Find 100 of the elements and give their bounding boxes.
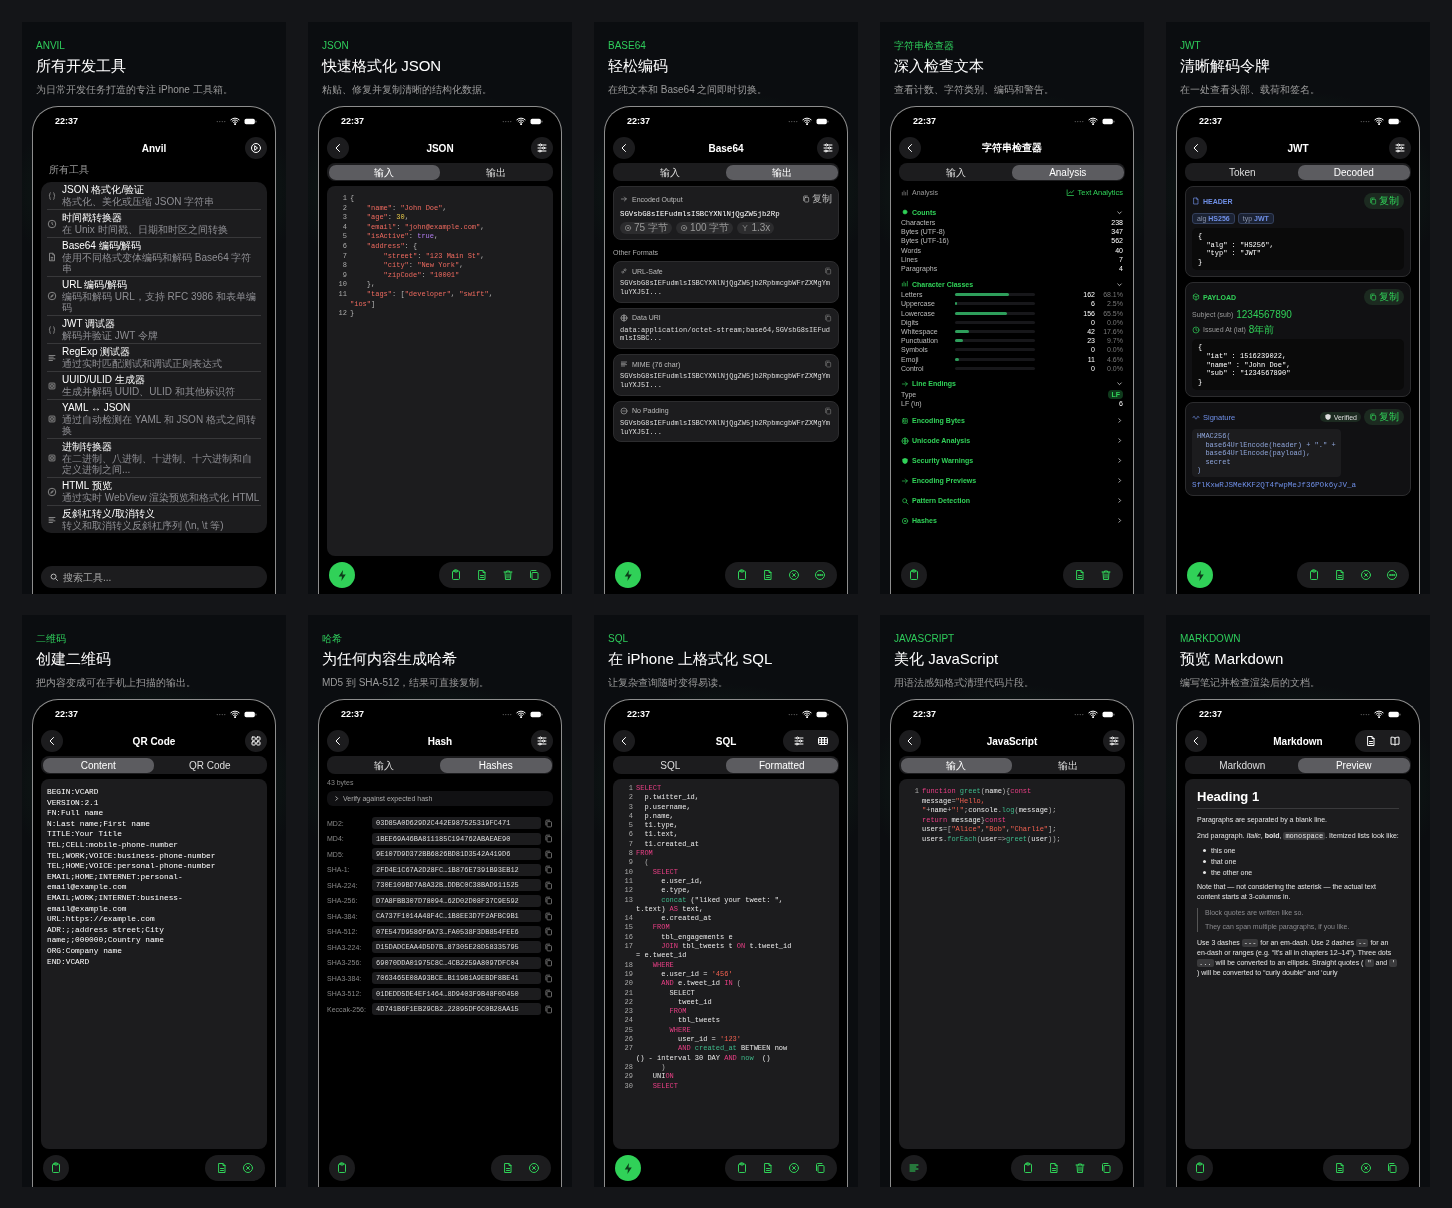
stat-chip: 1.3x: [737, 222, 775, 234]
copy-button[interactable]: [544, 849, 553, 859]
run-button[interactable]: [615, 562, 641, 588]
text-editor[interactable]: [41, 779, 267, 1149]
document-icon: [762, 569, 774, 581]
claim-value: 8年前: [1248, 324, 1275, 336]
globe-icon: [901, 436, 909, 445]
copy-icon: [544, 880, 553, 890]
segment-tab[interactable]: 输出: [440, 164, 552, 180]
tool-title[interactable]: JWT 调试器: [62, 318, 158, 330]
minus-circle-icon: [620, 406, 628, 415]
run-button[interactable]: [1187, 562, 1213, 588]
segment-tab[interactable]: 输出: [726, 164, 838, 180]
document-icon: [762, 1162, 774, 1174]
eyebrow-label: 二维码: [36, 633, 67, 645]
copy-button[interactable]: 复制: [802, 192, 832, 206]
filter-button[interactable]: [1103, 730, 1125, 752]
segment-tab[interactable]: Content: [42, 757, 154, 773]
gauge-button[interactable]: [245, 137, 267, 159]
clock-icon: [47, 218, 57, 229]
tool-title[interactable]: 时间戳转换器: [62, 212, 228, 224]
copy-icon: [824, 406, 832, 415]
copy-button[interactable]: [544, 865, 553, 874]
segment-tab[interactable]: QR Code: [154, 757, 266, 773]
tool-title[interactable]: 反斜杠转义/取消转义: [62, 508, 224, 520]
copy-button[interactable]: [544, 989, 553, 998]
copy-button[interactable]: [544, 834, 553, 843]
close-circle-icon: [1360, 569, 1372, 581]
segment-tab[interactable]: Markdown: [1186, 757, 1298, 773]
segment-tab[interactable]: Analysis: [1012, 164, 1124, 180]
panel-title: 所有开发工具: [36, 56, 127, 76]
copy-icon: [814, 1162, 826, 1174]
run-button[interactable]: [329, 562, 355, 588]
copy-button[interactable]: [544, 973, 553, 983]
filter-button[interactable]: [1389, 137, 1411, 159]
format-button[interactable]: [901, 1155, 927, 1181]
segment-tab[interactable]: Formatted: [726, 757, 838, 773]
panel-title: 美化 JavaScript: [894, 649, 1000, 669]
segment-tab[interactable]: SQL: [614, 757, 726, 773]
eyebrow-label: JWT: [1180, 40, 1202, 52]
segment-tab[interactable]: 输入: [328, 164, 440, 180]
segment-tab[interactable]: Hashes: [440, 757, 552, 773]
tool-title[interactable]: Base64 编码/解码: [62, 240, 261, 252]
circle-icon: [901, 516, 909, 525]
segment-tab[interactable]: 输入: [614, 164, 726, 180]
tool-title[interactable]: URL 编码/解码: [62, 279, 261, 291]
paste-button[interactable]: [1187, 1155, 1213, 1181]
tool-description: 通过自动检测在 YAML 和 JSON 格式之间转换: [62, 414, 257, 436]
segment-tab[interactable]: Preview: [1298, 757, 1410, 773]
filter-button[interactable]: [531, 137, 553, 159]
copy-button[interactable]: 复制: [1364, 289, 1404, 306]
screen-title: 字符串检查器: [982, 141, 1042, 155]
copy-button[interactable]: [544, 911, 553, 921]
segment-tab[interactable]: 输入: [900, 757, 1012, 773]
paste-button[interactable]: [43, 1155, 69, 1181]
clipboard-icon: [450, 569, 462, 581]
copy-button[interactable]: [544, 818, 553, 828]
segment-tab[interactable]: Decoded: [1298, 164, 1410, 180]
copy-button[interactable]: [544, 896, 553, 905]
segment-tab[interactable]: 输出: [1012, 757, 1124, 773]
segment-tab[interactable]: 输入: [328, 757, 440, 773]
wifi-icon: [230, 117, 240, 125]
copy-button[interactable]: 复制: [1364, 193, 1404, 209]
fork-icon: [741, 224, 750, 232]
copy-icon: [544, 865, 553, 874]
screen-title: JWT: [1287, 142, 1309, 154]
segment-tab[interactable]: 输入: [900, 164, 1012, 180]
copy-button[interactable]: [544, 942, 553, 952]
tool-title[interactable]: UUID/ULID 生成器: [62, 374, 235, 386]
copy-icon: [1369, 293, 1377, 302]
run-button[interactable]: [615, 1155, 641, 1181]
code-editor[interactable]: [613, 779, 839, 1149]
clipboard-icon: [336, 1162, 348, 1174]
battery-icon: [1388, 710, 1401, 718]
copy-button[interactable]: [544, 880, 553, 890]
filter-button[interactable]: [817, 137, 839, 159]
search-field[interactable]: 搜索工具...: [41, 566, 267, 588]
signal-icon: [216, 712, 226, 716]
close-circle-icon: [1360, 1162, 1372, 1174]
tool-title[interactable]: HTML 预览: [62, 480, 260, 492]
copy-button[interactable]: [544, 958, 553, 967]
segment-tab[interactable]: Token: [1186, 164, 1298, 180]
panel-subtitle: 把内容变成可在手机上扫描的输出。: [36, 677, 197, 689]
paste-button[interactable]: [329, 1155, 355, 1181]
tool-title[interactable]: YAML ↔ JSON: [62, 402, 261, 414]
copy-button[interactable]: [544, 1004, 553, 1014]
tool-title[interactable]: JSON 格式化/验证: [62, 184, 215, 196]
copy-button[interactable]: 复制: [1364, 409, 1404, 426]
arrow-icon: [620, 195, 628, 203]
tool-title[interactable]: RegExp 测试器: [62, 346, 222, 358]
trash-icon: [1100, 569, 1112, 581]
filter-button[interactable]: [531, 730, 553, 752]
clipboard-icon: [1194, 1162, 1206, 1174]
grid-button[interactable]: [245, 730, 267, 752]
copy-icon: [544, 973, 553, 983]
status-time: 22:37: [1199, 709, 1223, 719]
tool-title[interactable]: 进制转换器: [62, 441, 261, 453]
copy-button[interactable]: [544, 927, 553, 936]
battery-icon: [1102, 710, 1115, 718]
paste-button[interactable]: [901, 562, 927, 588]
